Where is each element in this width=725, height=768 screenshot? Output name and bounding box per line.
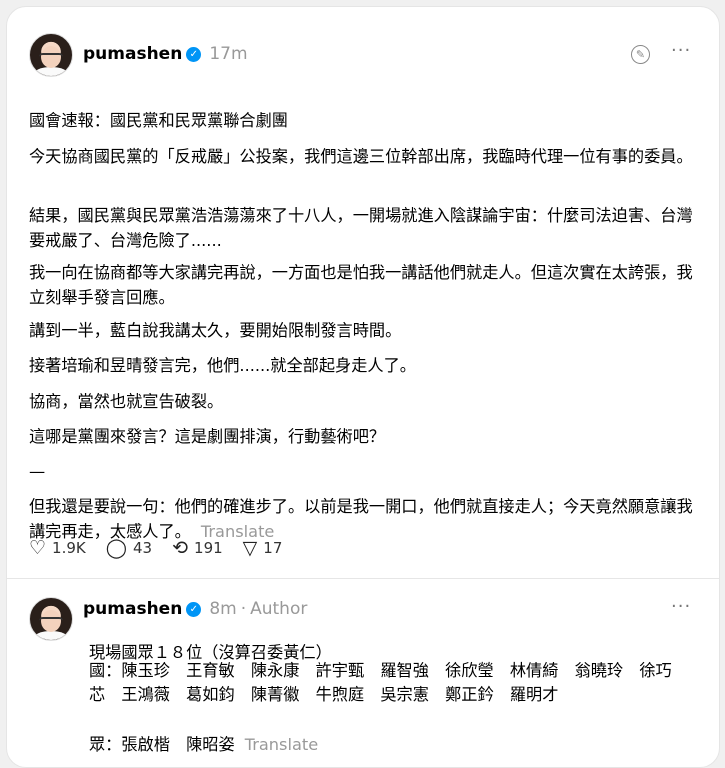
action-bar: ♡ 1.9K ◯ 43 ⟲ 191 ▽ 17 bbox=[29, 537, 302, 559]
edit-circle-icon[interactable]: ✎ bbox=[631, 45, 650, 64]
post-paragraph: 結果，國民黨與民眾黨浩浩蕩蕩來了十八人，一開場就進入陰謀論宇宙：什麼司法迫害、台… bbox=[29, 206, 693, 251]
translate-link[interactable]: Translate bbox=[245, 735, 319, 754]
post-divider-dash: — bbox=[29, 462, 46, 482]
like-button[interactable]: ♡ 1.9K bbox=[29, 537, 86, 559]
post-paragraph: 國會速報：國民黨和民眾黨聯合劇團 bbox=[29, 111, 288, 131]
reply-count: 43 bbox=[133, 539, 153, 557]
kmt-list: 國：陳玉珍 王育敏 陳永康 許宇甄 羅智強 徐欣瑩 林倩綺 翁曉玲 徐巧 芯 王… bbox=[89, 659, 699, 707]
post-paragraph-text: 但我還是要說一句：他們的確進步了。以前是我一開口，他們就直接走人；今天竟然願意讓… bbox=[29, 497, 693, 542]
repost-count: 191 bbox=[194, 539, 223, 557]
avatar[interactable] bbox=[29, 33, 73, 77]
username[interactable]: pumashen bbox=[83, 44, 182, 64]
post-paragraph: 講到一半，藍白說我講太久，要開始限制發言時間。 bbox=[29, 321, 402, 341]
post-header: pumashen ✓ 17m bbox=[83, 42, 248, 66]
send-icon: ▽ bbox=[242, 537, 258, 559]
separator-dot: · bbox=[240, 599, 247, 619]
post-paragraph: 協商，當然也就宣告破裂。 bbox=[29, 392, 224, 412]
repost-button[interactable]: ⟲ 191 bbox=[172, 537, 223, 559]
share-count: 17 bbox=[263, 539, 283, 557]
kmt-line: 國：陳玉珍 王育敏 陳永康 許宇甄 羅智強 徐欣瑩 林倩綺 翁曉玲 徐巧 bbox=[89, 661, 672, 680]
author-badge: Author bbox=[250, 599, 308, 619]
post-paragraph: 今天協商國民黨的「反戒嚴」公投案，我們這邊三位幹部出席，我臨時代理一位有事的委員… bbox=[29, 147, 693, 167]
more-dots-icon[interactable]: ··· bbox=[671, 40, 691, 61]
reply-button[interactable]: ◯ 43 bbox=[106, 537, 152, 559]
kmt-line: 芯 王鴻薇 葛如鈞 陳菁徽 牛煦庭 吳宗憲 鄭正鈐 羅明才 bbox=[89, 685, 559, 704]
post-separator bbox=[7, 578, 719, 579]
verified-check-icon: ✓ bbox=[186, 601, 202, 617]
more-dots-icon[interactable]: ··· bbox=[671, 596, 691, 617]
repost-icon: ⟲ bbox=[172, 537, 189, 559]
heart-icon: ♡ bbox=[29, 537, 47, 559]
post-header: pumashen ✓ 8m · Author bbox=[83, 597, 307, 621]
post-main: pumashen ✓ 17m ✎ ··· 國會速報：國民黨和民眾黨聯合劇團 今天… bbox=[7, 7, 719, 577]
username[interactable]: pumashen bbox=[83, 599, 182, 619]
share-button[interactable]: ▽ 17 bbox=[243, 537, 283, 559]
verified-check-icon: ✓ bbox=[186, 46, 202, 62]
tpp-list: 眾：張啟楷 陳昭姿 Translate bbox=[89, 732, 689, 757]
thread-card: pumashen ✓ 17m ✎ ··· 國會速報：國民黨和民眾黨聯合劇團 今天… bbox=[6, 6, 720, 768]
avatar[interactable] bbox=[29, 597, 73, 641]
like-count: 1.9K bbox=[52, 539, 86, 557]
post-time[interactable]: 8m bbox=[209, 599, 236, 619]
post-paragraph: 這哪是黨團來發言？這是劇團排演，行動藝術吧？ bbox=[29, 427, 386, 447]
post-paragraph: 接著培瑜和昱晴發言完，他們......就全部起身走人了。 bbox=[29, 356, 416, 376]
comment-icon: ◯ bbox=[105, 537, 128, 559]
tpp-line: 眾：張啟楷 陳昭姿 bbox=[89, 735, 235, 755]
post-paragraph: 我一向在協商都等大家講完再說，一方面也是怕我一講話他們就走人。但這次實在太誇張，… bbox=[29, 263, 693, 308]
post-time[interactable]: 17m bbox=[209, 44, 247, 64]
